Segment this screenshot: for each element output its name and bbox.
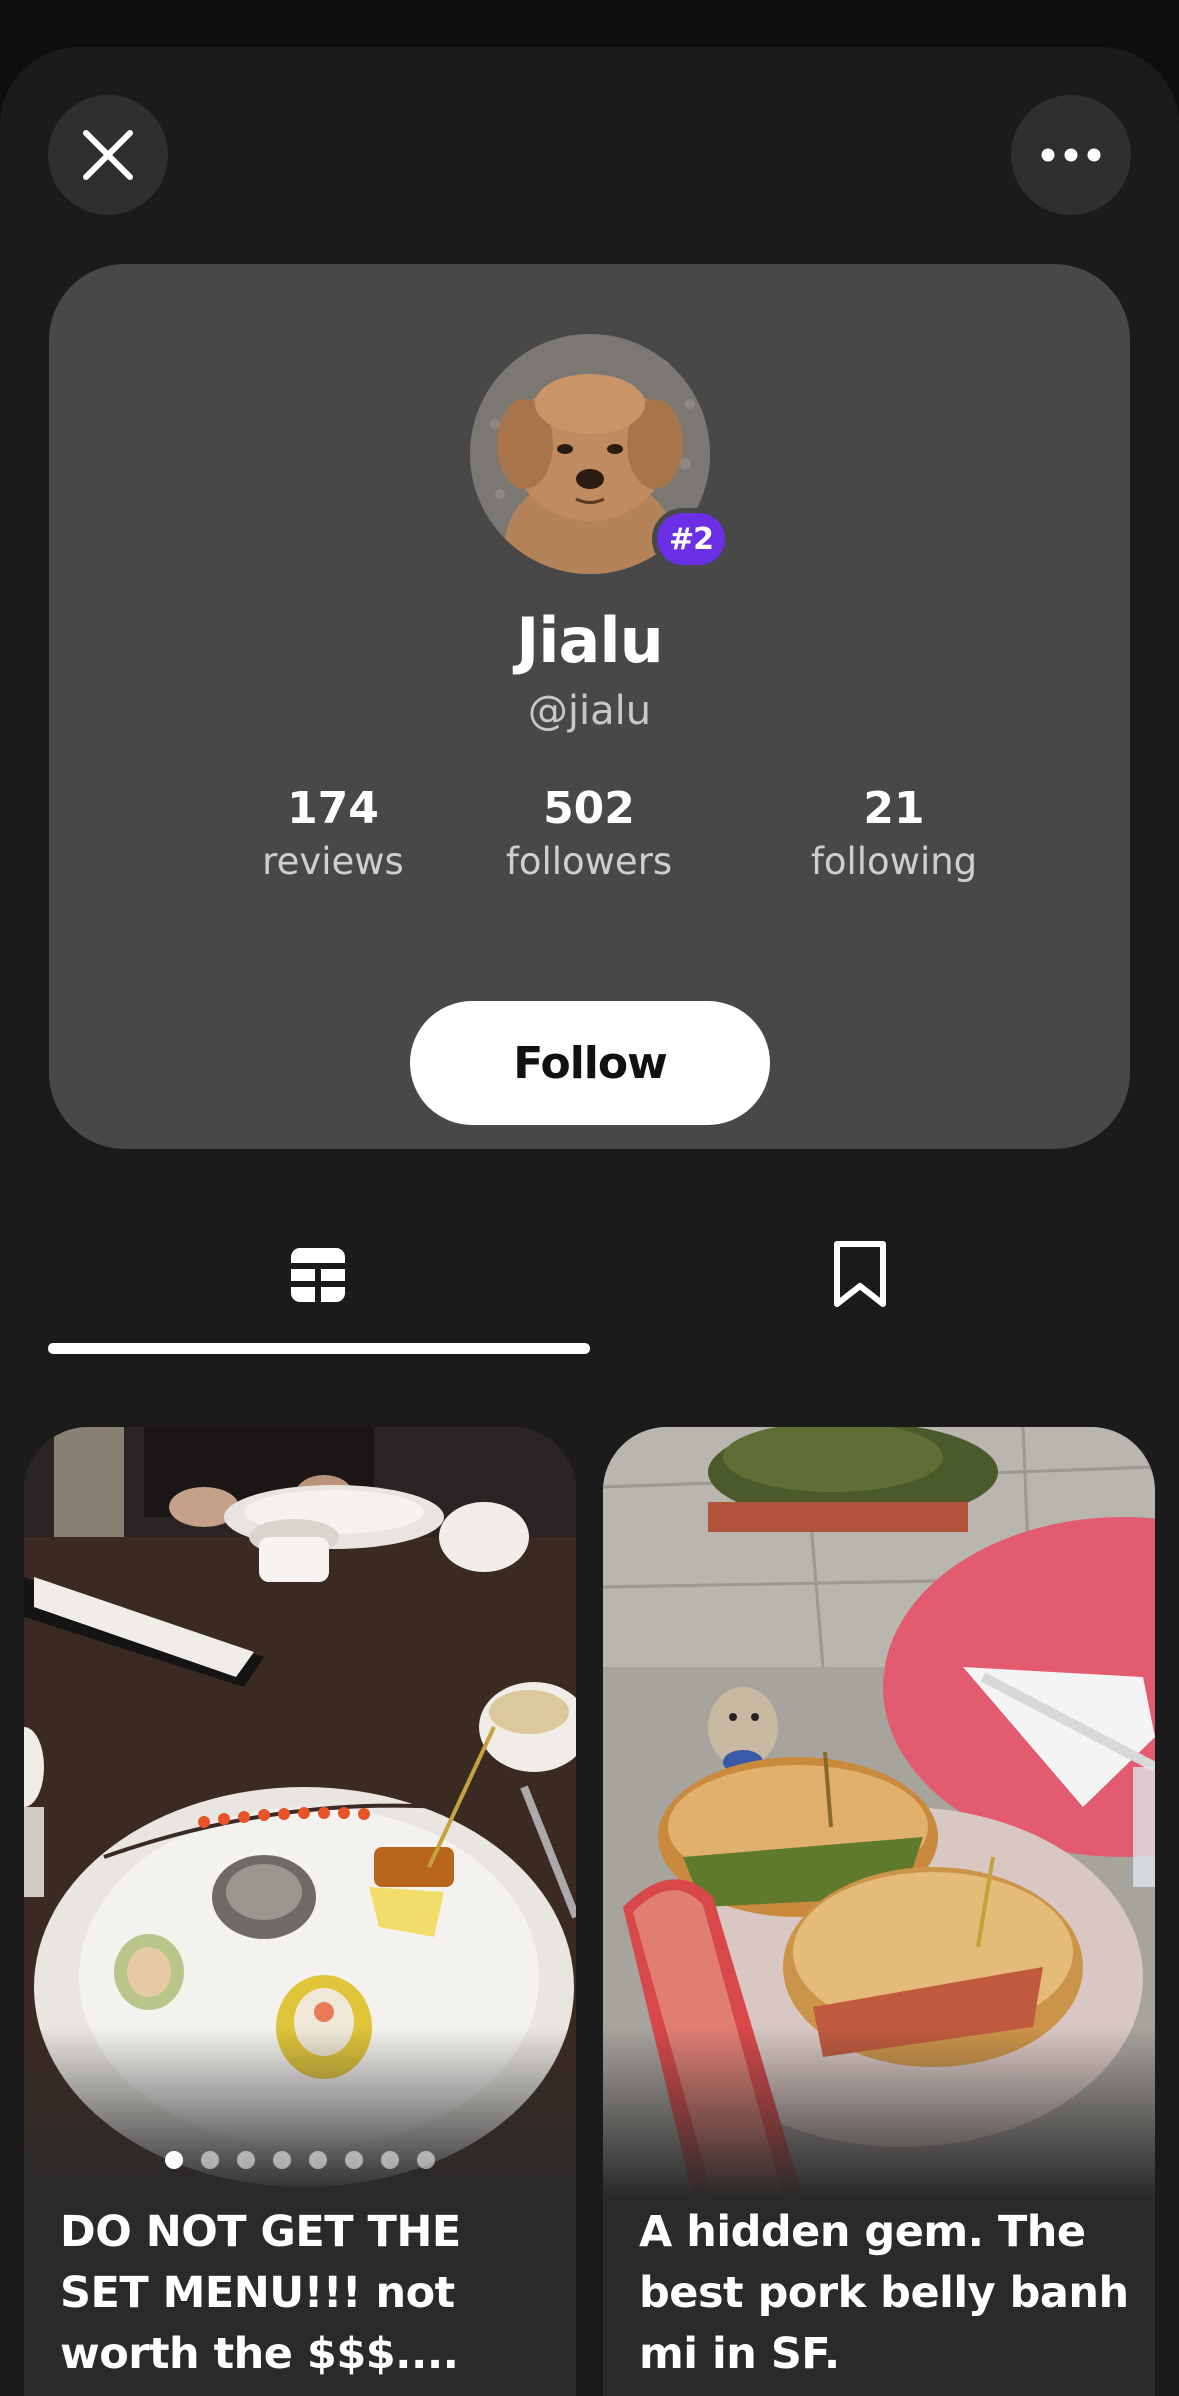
close-icon <box>83 130 133 180</box>
stat-value: 174 <box>287 783 379 834</box>
stat-value: 21 <box>863 783 925 834</box>
pagination-dot[interactable] <box>273 2151 291 2169</box>
stat-label: reviews <box>262 840 404 883</box>
stat-followers[interactable]: 502 followers <box>459 784 719 890</box>
pagination-dot[interactable] <box>165 2151 183 2169</box>
post-card[interactable]: A hidden gem. The best pork belly banh m… <box>603 1427 1155 2396</box>
profile-name: Jialu <box>516 604 664 677</box>
close-button[interactable] <box>48 95 168 215</box>
tab-saved[interactable] <box>590 1215 1130 1335</box>
profile-card: #2 Jialu @jialu 174 reviews 502 follower… <box>49 264 1130 1149</box>
tab-selected-indicator <box>48 1343 590 1354</box>
post-caption: A hidden gem. The best pork belly banh m… <box>639 2207 1129 2379</box>
stat-reviews[interactable]: 174 reviews <box>203 784 463 890</box>
pagination-dot[interactable] <box>417 2151 435 2169</box>
stat-label: followers <box>505 840 673 883</box>
stat-label: following <box>810 840 978 883</box>
follow-button[interactable]: Follow <box>410 1001 770 1125</box>
bookmark-icon <box>834 1241 886 1307</box>
pagination-dot[interactable] <box>237 2151 255 2169</box>
pagination-dot[interactable] <box>381 2151 399 2169</box>
tab-posts[interactable] <box>48 1215 588 1335</box>
more-options-button[interactable] <box>1011 95 1131 215</box>
post-card[interactable]: DO NOT GET THE SET MENU!!! not worth the… <box>24 1427 576 2396</box>
more-horizontal-icon <box>1041 148 1101 162</box>
post-caption: DO NOT GET THE SET MENU!!! not worth the… <box>60 2207 461 2379</box>
profile-handle: @jialu <box>527 688 652 734</box>
pagination-dot[interactable] <box>309 2151 327 2169</box>
stat-value: 502 <box>543 783 635 834</box>
grid-icon <box>289 1248 347 1304</box>
rank-badge: #2 <box>652 508 730 570</box>
pagination-dot[interactable] <box>345 2151 363 2169</box>
stat-following[interactable]: 21 following <box>764 784 1024 890</box>
pagination-dot[interactable] <box>201 2151 219 2169</box>
image-pagination[interactable] <box>24 2151 576 2169</box>
